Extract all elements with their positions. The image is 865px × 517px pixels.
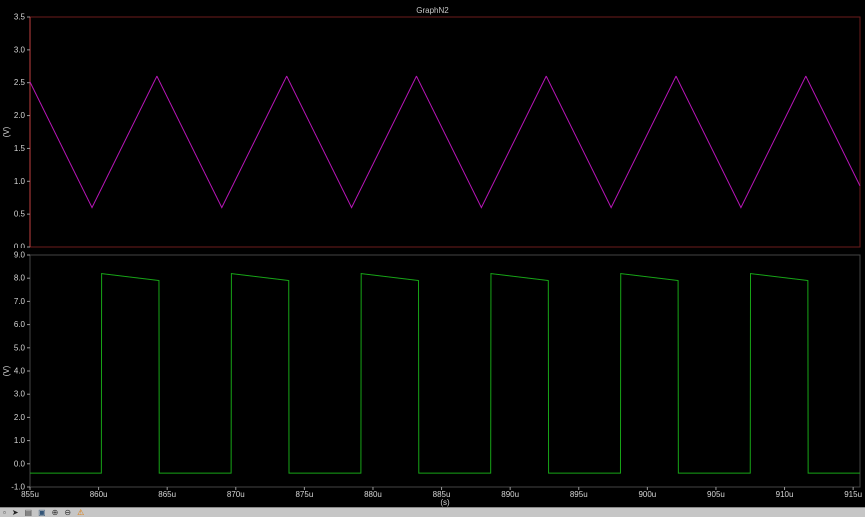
y-tick-label: 0.0 [14, 459, 26, 468]
window-icon[interactable]: ▫ [3, 508, 6, 517]
x-tick-label: 855u [21, 490, 39, 499]
x-tick-label: 865u [158, 490, 176, 499]
y-tick-label: 3.0 [14, 45, 26, 54]
x-tick-label: 875u [295, 490, 313, 499]
x-tick-label: 900u [638, 490, 656, 499]
y-tick-label: 4.0 [14, 367, 26, 376]
zoom-in-icon[interactable]: ⊕ [52, 508, 59, 517]
triangle-wave [29, 75, 861, 209]
x-tick-label: 890u [501, 490, 519, 499]
y-tick-label: 8.0 [14, 274, 26, 283]
x-axis-unit: (s) [440, 498, 450, 507]
square-wave [30, 273, 860, 474]
top-plot[interactable]: 3.53.02.52.01.51.00.50.0(V) [0, 12, 865, 248]
x-tick-label: 880u [364, 490, 382, 499]
y-tick-label: 9.0 [14, 251, 26, 260]
cursor-icon[interactable]: ➤ [12, 508, 19, 517]
y-tick-label: 1.5 [14, 144, 26, 153]
y-tick-label: 3.0 [14, 390, 26, 399]
y-tick-label: 1.0 [14, 436, 26, 445]
x-tick-label: 895u [570, 490, 588, 499]
x-tick-label: 915u [844, 490, 862, 499]
zoom-out-icon[interactable]: ⊖ [64, 508, 71, 517]
taskbar: ▫ ➤ ▤ ▣ ⊕ ⊖ ⚠ [0, 507, 865, 517]
y-tick-label: 3.5 [14, 13, 26, 22]
y-tick-label: 2.5 [14, 78, 26, 87]
plot-border [29, 16, 861, 248]
y-axis-unit: (V) [2, 365, 11, 376]
y-tick-label: 1.0 [14, 177, 26, 186]
bottom-plot[interactable]: 9.08.07.06.05.04.03.02.01.00.0-1.0(V)855… [0, 248, 865, 508]
x-tick-label: 860u [90, 490, 108, 499]
graph-window: GraphN2 3.5 3.0 2.5 2.0 1.5 1.0 0.5 0.0 (V) 9.0 8… [0, 0, 865, 517]
y-tick-label: 7.0 [14, 297, 26, 306]
x-tick-label: 905u [707, 490, 725, 499]
y-tick-label: 6.0 [14, 320, 26, 329]
x-tick-label: 910u [776, 490, 794, 499]
warning-icon[interactable]: ⚠ [77, 508, 84, 517]
y-axis-unit: (V) [2, 126, 11, 137]
titlebar: GraphN2 [0, 0, 865, 15]
y-tick-label: 2.0 [14, 111, 26, 120]
y-tick-label: 0.5 [14, 210, 26, 219]
y-tick-label: 2.0 [14, 413, 26, 422]
save-icon[interactable]: ▣ [38, 508, 46, 517]
sheet-icon[interactable]: ▤ [25, 508, 33, 517]
y-tick-label: 5.0 [14, 343, 26, 352]
plot-border [29, 254, 861, 488]
x-tick-label: 870u [227, 490, 245, 499]
